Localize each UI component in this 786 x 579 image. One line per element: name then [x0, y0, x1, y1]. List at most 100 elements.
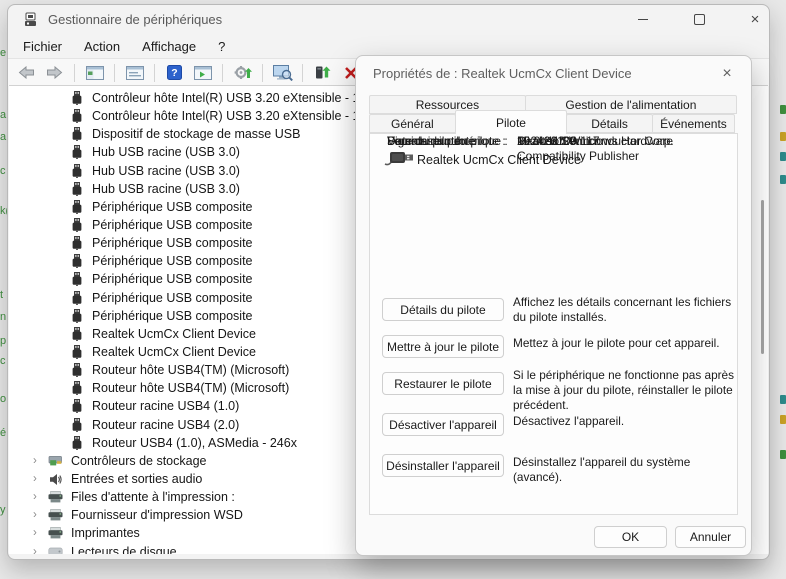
tree-item-icon [71, 254, 83, 268]
tree-item-icon [71, 345, 83, 359]
background-text-fragment: c [0, 356, 6, 367]
tree-item-label: Dispositif de stockage de masse USB [92, 127, 300, 141]
tree-item-icon [71, 236, 83, 250]
tree-item-label: Périphérique USB composite [92, 309, 253, 323]
tree-item-label: Contrôleur hôte Intel(R) USB 3.20 eXtens… [92, 91, 385, 105]
tree-item-label: Hub USB racine (USB 3.0) [92, 182, 240, 196]
driver-action-description: Mettez à jour le pilote pour cet apparei… [513, 336, 737, 351]
tab[interactable]: Détails [566, 114, 653, 133]
tab[interactable]: Événements [652, 114, 735, 133]
tree-item-icon [47, 491, 63, 503]
background-text-fragment: a [0, 110, 6, 121]
driver-action-button[interactable]: Désinstaller l'appareil [382, 454, 504, 477]
tree-item-icon [71, 436, 83, 450]
chevron-right-icon[interactable]: › [33, 546, 47, 554]
menu-item[interactable]: Action [73, 36, 131, 57]
tree-item-icon [71, 418, 83, 432]
tree-item-label: Routeur hôte USB4(TM) (Microsoft) [92, 381, 289, 395]
driver-tab-page: Realtek UcmCx Client Device Fournisseur … [369, 133, 738, 515]
toolbar-separator [74, 64, 75, 82]
background-color-fleck [780, 152, 786, 161]
properties-dialog: Propriétés de : Realtek UcmCx Client Dev… [355, 55, 752, 556]
tab[interactable]: Pilote [455, 110, 568, 134]
cancel-button[interactable]: Annuler [675, 526, 746, 548]
toolbar-separator [222, 64, 223, 82]
chevron-right-icon[interactable]: › [33, 473, 47, 485]
background-window-sliver-right [779, 0, 786, 579]
driver-action-button[interactable]: Désactiver l'appareil [382, 413, 504, 436]
minimize-icon[interactable] [633, 10, 653, 30]
window-controls: × [633, 5, 767, 34]
chevron-right-icon[interactable]: › [33, 491, 47, 503]
tree-item-label: Files d'attente à l'impression : [71, 490, 235, 504]
chevron-right-icon[interactable]: › [33, 527, 47, 539]
background-text-fragment: n [0, 312, 6, 323]
show-console-tree-icon[interactable] [82, 62, 107, 84]
svg-text:?: ? [171, 67, 177, 79]
tree-item-icon [71, 399, 83, 413]
tree-item-label: Contrôleur hôte Intel(R) USB 3.20 eXtens… [92, 109, 385, 123]
menu-item[interactable]: Affichage [131, 36, 207, 57]
help-icon[interactable]: ? [162, 62, 187, 84]
driver-action-description: Désactivez l'appareil. [513, 414, 737, 429]
tree-item-label: Routeur USB4 (1.0), ASMedia - 246x [92, 436, 297, 450]
background-text-fragment: c [0, 166, 6, 177]
tree-item-icon [71, 164, 83, 178]
tree-item-icon [71, 127, 83, 141]
tree-item-icon [71, 363, 83, 377]
tree-item-label: Routeur racine USB4 (2.0) [92, 418, 239, 432]
tree-item-label: Realtek UcmCx Client Device [92, 327, 256, 341]
scan-hardware-changes-icon[interactable] [270, 62, 295, 84]
tree-item-label: Fournisseur d'impression WSD [71, 508, 243, 522]
update-driver-icon[interactable] [230, 62, 255, 84]
background-text-fragment: t [0, 290, 3, 301]
chevron-right-icon[interactable]: › [33, 455, 47, 467]
tree-item-icon [71, 182, 83, 196]
tree-item-icon [71, 109, 83, 123]
tree-item-label: Lecteurs de disque [71, 545, 177, 554]
back-icon[interactable] [14, 62, 39, 84]
background-color-fleck [780, 395, 786, 404]
tree-item-icon [47, 527, 63, 539]
tree-item-icon [47, 509, 63, 521]
update-driver-software-icon[interactable] [310, 62, 335, 84]
tab[interactable]: Général [369, 114, 456, 133]
tree-item-icon [71, 218, 83, 232]
tree-item-icon [71, 327, 83, 341]
vertical-scrollbar-thumb[interactable] [761, 200, 764, 354]
toolbar-separator [154, 64, 155, 82]
background-color-fleck [780, 105, 786, 114]
driver-action-button[interactable]: Restaurer le pilote [382, 372, 504, 395]
properties-icon[interactable] [122, 62, 147, 84]
tree-item-label: Routeur hôte USB4(TM) (Microsoft) [92, 363, 289, 377]
driver-action-button[interactable]: Mettre à jour le pilote [382, 335, 504, 358]
tab-control: Ressources Gestion de l'alimentation Gén… [369, 95, 738, 515]
dialog-titlebar: Propriétés de : Realtek UcmCx Client Dev… [356, 56, 751, 92]
tree-item-label: Entrées et sorties audio [71, 472, 202, 486]
driver-action-description: Désinstallez l'appareil du système (avan… [513, 455, 737, 485]
maximize-icon[interactable] [689, 10, 709, 30]
tree-item-label: Périphérique USB composite [92, 254, 253, 268]
tree-item-label: Périphérique USB composite [92, 272, 253, 286]
titlebar: Gestionnaire de périphériques × [8, 5, 769, 34]
driver-info-value: Microsoft Windows Hardware Compatibility… [517, 134, 742, 163]
menu-item[interactable]: Fichier [12, 36, 73, 57]
background-window-sliver-left: e a a c k( t n p c o é y [0, 0, 7, 579]
dialog-close-icon[interactable]: × [713, 63, 741, 85]
desktop: { "background": { "left_fragments": [ {"… [0, 0, 786, 579]
tree-item-label: Realtek UcmCx Client Device [92, 345, 256, 359]
tree-item-icon [71, 200, 83, 214]
driver-action-button[interactable]: Détails du pilote [382, 298, 504, 321]
driver-action-description: Si le périphérique ne fonctionne pas apr… [513, 368, 737, 413]
show-action-pane-icon[interactable] [190, 62, 215, 84]
background-text-fragment: e [0, 48, 6, 59]
forward-icon[interactable] [42, 62, 67, 84]
menu-item[interactable]: ? [207, 36, 236, 57]
ok-button[interactable]: OK [594, 526, 667, 548]
close-icon[interactable]: × [745, 10, 765, 30]
background-color-fleck [780, 450, 786, 459]
tree-item-icon [71, 145, 83, 159]
chevron-right-icon[interactable]: › [33, 509, 47, 521]
background-color-fleck [780, 175, 786, 184]
tree-item-icon [71, 91, 83, 105]
